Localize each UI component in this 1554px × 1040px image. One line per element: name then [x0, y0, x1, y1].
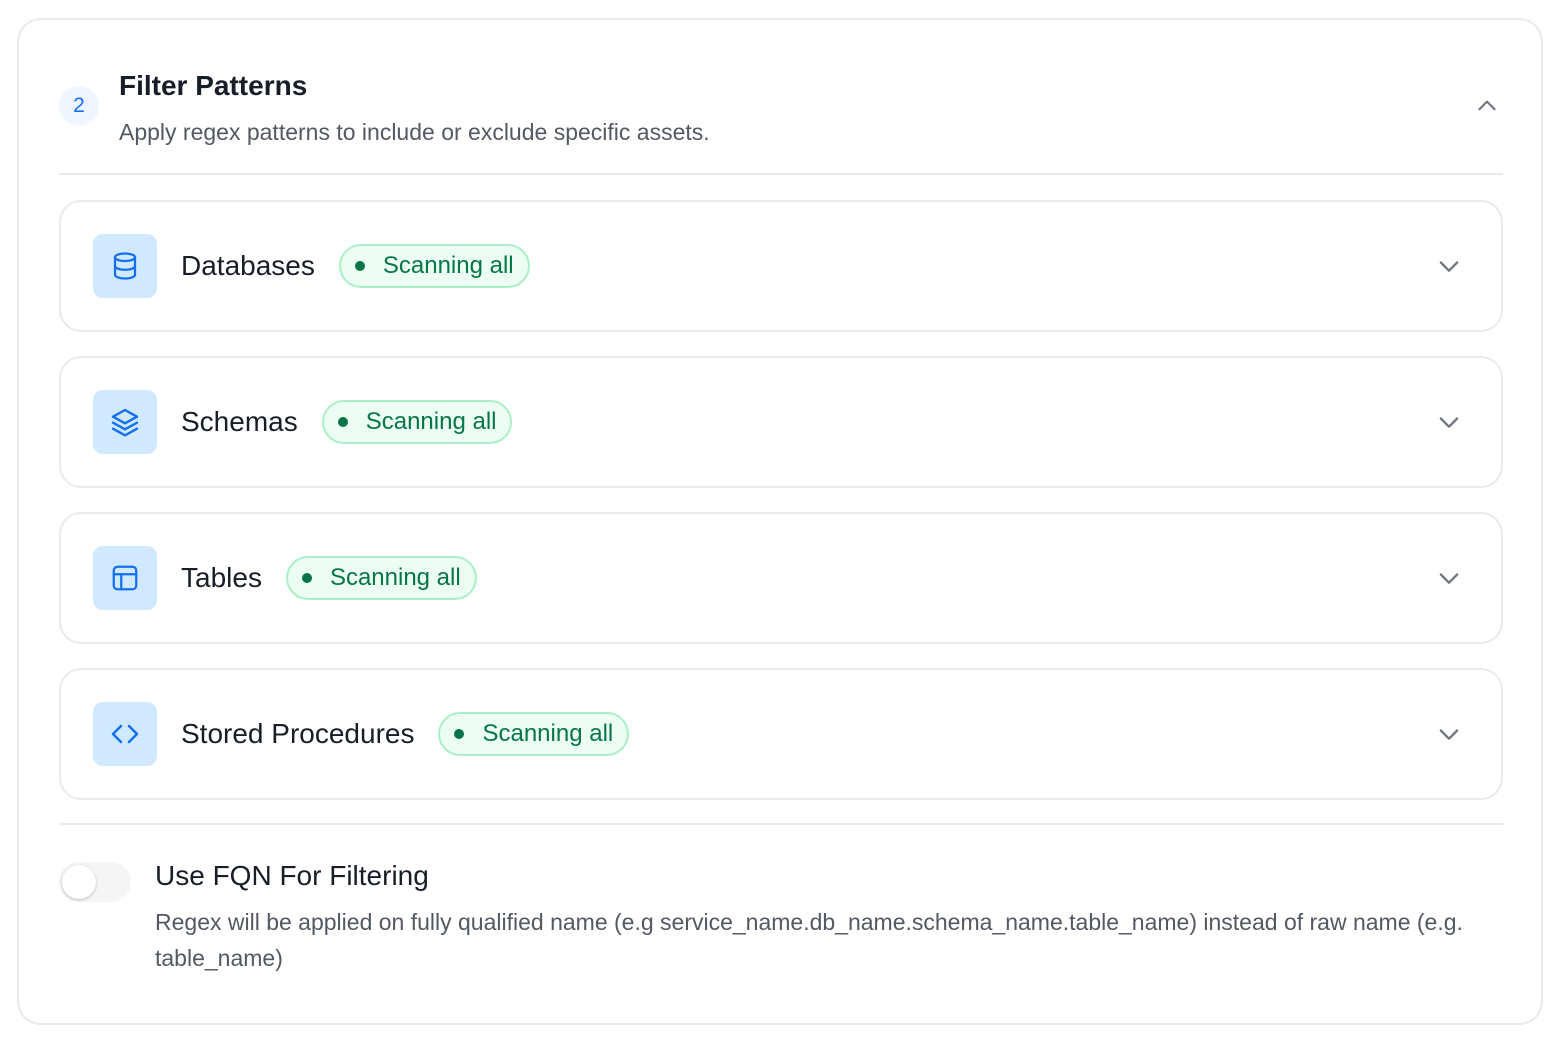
- status-badge: Scanning all: [338, 244, 530, 288]
- section-subtitle: Apply regex patterns to include or exclu…: [119, 119, 710, 145]
- filter-item-tables[interactable]: Tables Scanning all: [59, 512, 1503, 644]
- chevron-down-icon[interactable]: [1433, 562, 1465, 594]
- status-text: Scanning all: [365, 408, 497, 435]
- chevron-down-icon[interactable]: [1433, 406, 1465, 438]
- step-number-badge: 2: [59, 86, 99, 126]
- section-header: 2 Filter Patterns Apply regex patterns t…: [59, 68, 1503, 178]
- status-badge: Scanning all: [285, 556, 477, 600]
- toggle-knob: [62, 865, 96, 899]
- fqn-toggle[interactable]: [59, 862, 131, 902]
- fqn-divider: [59, 823, 1503, 825]
- filter-item-schemas[interactable]: Schemas Scanning all: [59, 356, 1503, 488]
- layers-icon: [93, 390, 157, 454]
- status-badge: Scanning all: [321, 400, 513, 444]
- chevron-down-icon[interactable]: [1433, 718, 1465, 750]
- status-text: Scanning all: [482, 720, 614, 747]
- filter-item-label: Stored Procedures: [181, 718, 415, 749]
- header-divider: [59, 173, 1503, 175]
- status-badge: Scanning all: [438, 712, 630, 756]
- filter-item-databases[interactable]: Databases Scanning all: [59, 200, 1503, 332]
- collapse-section-button[interactable]: [1471, 90, 1503, 122]
- status-text: Scanning all: [329, 564, 461, 591]
- filter-item-stored-procedures[interactable]: Stored Procedures Scanning all: [59, 668, 1503, 800]
- code-icon: [93, 702, 157, 766]
- filter-item-label: Tables: [181, 562, 262, 593]
- database-icon: [93, 234, 157, 298]
- status-dot-icon: [301, 573, 312, 583]
- fqn-description: Regex will be applied on fully qualified…: [155, 909, 1463, 971]
- section-title: Filter Patterns: [119, 70, 308, 101]
- table-icon: [93, 546, 157, 610]
- chevron-down-icon[interactable]: [1433, 250, 1465, 282]
- filter-item-label: Databases: [181, 250, 315, 281]
- status-dot-icon: [337, 417, 348, 427]
- filter-patterns-card: 2 Filter Patterns Apply regex patterns t…: [17, 18, 1543, 1025]
- status-text: Scanning all: [382, 252, 514, 279]
- chevron-up-icon: [1478, 100, 1496, 111]
- status-dot-icon: [454, 729, 465, 739]
- filter-item-label: Schemas: [181, 406, 298, 437]
- fqn-title: Use FQN For Filtering: [155, 860, 429, 891]
- status-dot-icon: [354, 261, 365, 271]
